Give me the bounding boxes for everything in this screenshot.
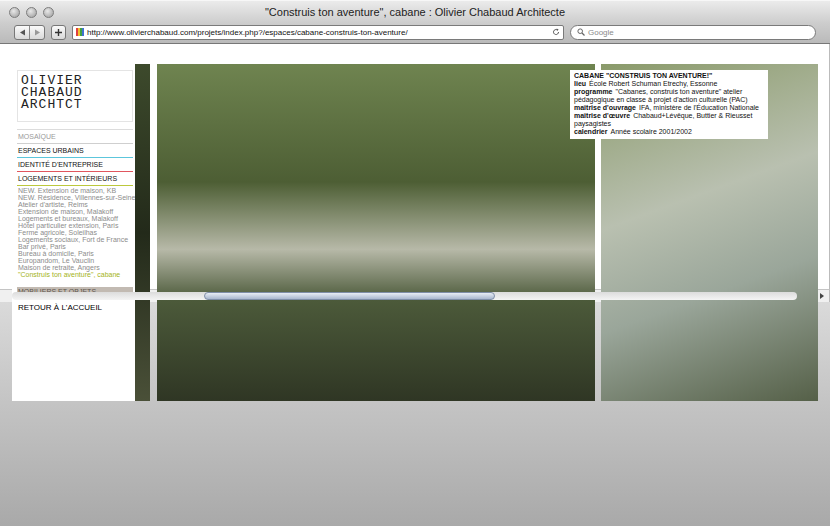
info-value: Année scolaire 2001/2002	[610, 128, 691, 135]
forward-button[interactable]	[29, 26, 44, 39]
logo-line: CHABAUD	[21, 87, 129, 99]
info-row: programme"Cabanes, construis ton aventur…	[574, 88, 764, 104]
reload-icon[interactable]	[552, 28, 560, 36]
main-photo[interactable]	[157, 64, 595, 401]
project-item[interactable]: Atelier d'artiste, Reims	[18, 201, 133, 208]
info-value: École Robert Schuman Etrechy, Essonne	[589, 80, 717, 87]
window-controls	[0, 7, 70, 18]
info-row: maîtrise d'œuvreChabaud+Lévêque, Buttier…	[574, 112, 764, 128]
info-row: lieuÉcole Robert Schuman Etrechy, Essonn…	[574, 80, 764, 88]
menu-section[interactable]: ESPACES URBAINS	[17, 144, 133, 158]
scroll-track[interactable]	[12, 292, 797, 300]
logo-line: ARCHTCT	[21, 99, 129, 111]
nav-buttons	[14, 25, 45, 40]
address-field[interactable]: http://www.olivierchabaud.com/projets/in…	[72, 25, 564, 40]
project-item[interactable]: Logements sociaux, Fort de France	[18, 236, 133, 243]
project-info: CABANE "CONSTRUIS TON AVENTURE!"lieuÉcol…	[570, 70, 768, 139]
page-content: OLIVIERCHABAUDARCHTCT MOSAÏQUEESPACES URB…	[0, 44, 830, 289]
favicon-icon	[76, 28, 84, 36]
site-logo[interactable]: OLIVIERCHABAUDARCHTCT	[17, 70, 133, 122]
info-label: calendrier	[574, 128, 607, 135]
plus-icon	[55, 29, 62, 36]
project-item[interactable]: Logements et bureaux, Malakoff	[18, 215, 133, 222]
project-item[interactable]: Hôtel particulier extension, Paris	[18, 222, 133, 229]
address-text: http://www.olivierchabaud.com/projets/in…	[87, 28, 549, 37]
project-title: CABANE "CONSTRUIS TON AVENTURE!"	[574, 72, 764, 80]
info-label: programme	[574, 88, 613, 95]
search-field[interactable]: Google	[570, 25, 816, 40]
info-label: lieu	[574, 80, 586, 87]
back-arrow-icon	[19, 29, 26, 36]
toolbar: http://www.olivierchabaud.com/projets/in…	[0, 23, 830, 44]
menu-section[interactable]: IDENTITÉ D'ENTREPRISE	[17, 158, 133, 172]
minimize-button[interactable]	[26, 7, 37, 18]
menu-section[interactable]: LOGEMENTS ET INTÉRIEURS	[17, 172, 133, 186]
browser-window: "Construis ton aventure", cabane : Olivi…	[0, 0, 830, 526]
info-label: maîtrise d'œuvre	[574, 112, 630, 119]
project-item[interactable]: Bureau à domicile, Paris	[18, 250, 133, 257]
project-item[interactable]: Maison de retraite, Angers	[18, 264, 133, 271]
project-gallery: OLIVIERCHABAUDARCHTCT MOSAÏQUEESPACES URB…	[12, 64, 817, 401]
project-item[interactable]: Europandom, Le Vauclin	[18, 257, 133, 264]
info-row: maîtrise d'ouvrageIFA, ministère de l'Éd…	[574, 104, 764, 112]
site-menu: OLIVIERCHABAUDARCHTCT MOSAÏQUEESPACES URB…	[12, 64, 135, 401]
window-title: "Construis ton aventure", cabane : Olivi…	[70, 6, 760, 18]
scroll-thumb[interactable]	[204, 292, 494, 300]
info-row: calendrierAnnée scolaire 2001/2002	[574, 128, 764, 136]
project-item[interactable]: NEW. Résidence, Villennes-sur-Seine	[18, 194, 133, 201]
close-button[interactable]	[9, 7, 20, 18]
menu-list: MOSAÏQUEESPACES URBAINSIDENTITÉ D'ENTREP…	[17, 129, 133, 313]
project-item[interactable]: Ferme agricole, Soleilhas	[18, 229, 133, 236]
zoom-button[interactable]	[43, 7, 54, 18]
forward-arrow-icon	[34, 29, 41, 36]
project-item[interactable]: NEW. Extension de maison, KB	[18, 187, 133, 194]
menu-section[interactable]: MOSAÏQUE	[17, 129, 133, 144]
back-button[interactable]	[15, 26, 29, 39]
logo-line: OLIVIER	[21, 75, 129, 87]
info-value: IFA, ministère de l'Éducation Nationale	[639, 104, 759, 111]
photo-strip	[135, 64, 150, 401]
home-link[interactable]: RETOUR À L'ACCUEIL	[17, 303, 133, 313]
title-bar: "Construis ton aventure", cabane : Olivi…	[0, 0, 830, 23]
project-list: NEW. Extension de maison, KBNEW. Résiden…	[17, 186, 133, 278]
add-bookmark-button[interactable]	[51, 25, 66, 40]
project-item[interactable]: Bar privé, Paris	[18, 243, 133, 250]
right-arrow-icon	[820, 293, 824, 299]
info-label: maîtrise d'ouvrage	[574, 104, 636, 111]
project-item[interactable]: Extension de maison, Malakoff	[18, 208, 133, 215]
magnifier-icon	[577, 28, 585, 36]
search-placeholder: Google	[588, 28, 614, 37]
project-item[interactable]: "Construis ton aventure", cabane	[18, 271, 133, 278]
